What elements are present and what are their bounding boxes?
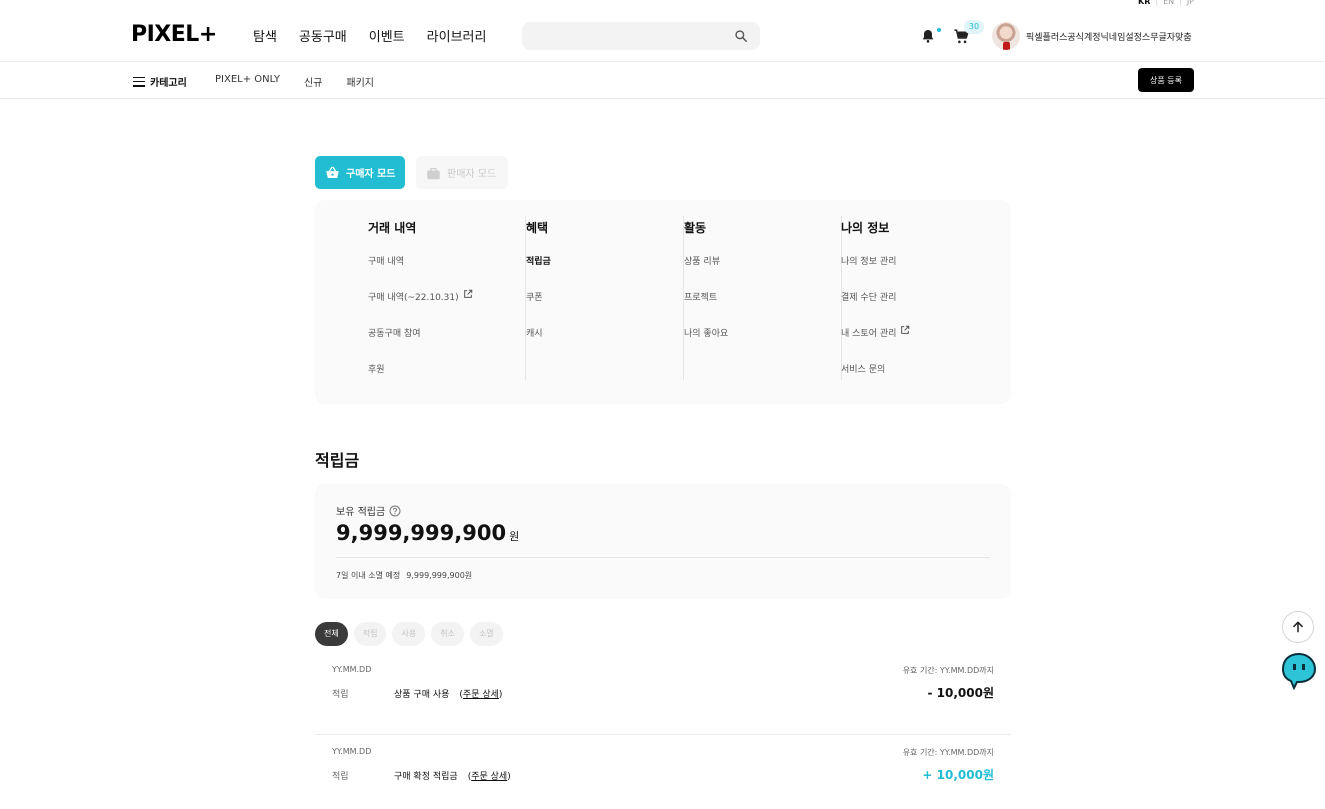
expiring-points: 7일 이내 소멸 예정 9,999,999,900원 bbox=[336, 570, 472, 581]
history-desc-text: 상품 구매 사용 bbox=[394, 690, 450, 700]
balance-amount: 9,999,999,900 원 bbox=[336, 521, 519, 545]
history-row: YY.MM.DD 적립 구매 확정 적립금 (주문 상세) 유효 기간: YY.… bbox=[315, 735, 1011, 809]
register-product-button[interactable]: 상품 등록 bbox=[1138, 68, 1194, 92]
order-detail-link[interactable]: (주문 상세) bbox=[459, 687, 502, 700]
chat-mascot-icon[interactable] bbox=[1281, 652, 1317, 690]
menu-item-my-store[interactable]: 내 스토어 관리 bbox=[841, 325, 910, 362]
menu-title-activity: 활동 bbox=[684, 221, 707, 235]
menu-item-my-info[interactable]: 나의 정보 관리 bbox=[841, 254, 910, 290]
category-label: 카테고리 bbox=[150, 78, 187, 89]
pixelplus-logo[interactable]: PIXEL+ bbox=[131, 23, 217, 47]
menu-item-purchase-history-old[interactable]: 구매 내역(~22.10.31) bbox=[368, 289, 473, 326]
menu-title-benefits: 혜택 bbox=[526, 221, 549, 235]
external-link-icon bbox=[463, 289, 472, 298]
user-nickname[interactable]: 픽셀플러스공식계정닉네임설정스무글자맞춤 bbox=[1026, 30, 1192, 43]
history-description: 상품 구매 사용 (주문 상세) bbox=[394, 687, 502, 700]
history-filter: 전체 적립 사용 취소 소멸 bbox=[315, 622, 503, 646]
menu-item-coupons[interactable]: 쿠폰 bbox=[526, 290, 551, 326]
filter-all[interactable]: 전체 bbox=[315, 622, 348, 646]
subnav-package[interactable]: 패키지 bbox=[346, 74, 374, 89]
arrow-up-icon bbox=[1293, 621, 1303, 633]
balance-label-row: 보유 적립금 bbox=[336, 503, 401, 518]
expiring-amount: 9,999,999,900원 bbox=[406, 571, 473, 580]
menu-item-reviews[interactable]: 상품 리뷰 bbox=[684, 254, 728, 290]
nav-group-buy[interactable]: 공동구매 bbox=[299, 26, 347, 45]
search-icon[interactable] bbox=[734, 29, 748, 43]
seller-mode-label: 판매자 모드 bbox=[447, 169, 497, 180]
menu-item-service-inquiry[interactable]: 서비스 문의 bbox=[841, 362, 910, 398]
expiring-label: 7일 이내 소멸 예정 bbox=[336, 571, 401, 580]
balance-label: 보유 적립금 bbox=[336, 507, 386, 518]
search-input[interactable] bbox=[532, 26, 722, 46]
order-detail-link[interactable]: (주문 상세) bbox=[468, 769, 511, 782]
menu-item-cash[interactable]: 캐시 bbox=[526, 326, 551, 362]
menu-title-transactions: 거래 내역 bbox=[368, 221, 417, 235]
category-menu-button[interactable]: 카테고리 bbox=[133, 74, 187, 89]
menu-col-benefits: 혜택 적립금 쿠폰 캐시 bbox=[516, 216, 684, 380]
menu-col-activity: 활동 상품 리뷰 프로젝트 나의 좋아요 bbox=[684, 216, 842, 380]
scroll-to-top-button[interactable] bbox=[1282, 611, 1314, 643]
menu-item-points[interactable]: 적립금 bbox=[516, 247, 654, 290]
nav-explore[interactable]: 탐색 bbox=[253, 26, 277, 45]
balance-value: 9,999,999,900 bbox=[336, 521, 507, 545]
cart-count-badge: 30 bbox=[964, 20, 984, 34]
search-bar bbox=[522, 22, 760, 50]
menu-item-projects[interactable]: 프로젝트 bbox=[684, 290, 728, 326]
bell-icon[interactable] bbox=[920, 28, 936, 44]
menu-item-purchase-history[interactable]: 구매 내역 bbox=[368, 254, 473, 290]
buyer-mode-button[interactable]: 구매자 모드 bbox=[315, 156, 405, 189]
filter-cancelled[interactable]: 취소 bbox=[431, 622, 464, 646]
logo-text: PIXEL+ bbox=[131, 22, 217, 47]
menu-item-payment-methods[interactable]: 결제 수단 관리 bbox=[841, 290, 910, 326]
history-type: 적립 bbox=[332, 772, 349, 782]
menu-item-likes[interactable]: 나의 좋아요 bbox=[684, 326, 728, 362]
history-valid-period: 유효 기간: YY.MM.DD까지 bbox=[902, 748, 994, 757]
help-icon[interactable] bbox=[389, 505, 401, 517]
hamburger-icon bbox=[133, 76, 145, 87]
history-description: 구매 확정 적립금 (주문 상세) bbox=[394, 769, 511, 782]
external-link-icon bbox=[901, 325, 910, 334]
history-amount: - 10,000원 bbox=[927, 686, 994, 700]
history-desc-text: 구매 확정 적립금 bbox=[394, 772, 458, 782]
filter-earned[interactable]: 적립 bbox=[353, 622, 387, 646]
filter-used[interactable]: 사용 bbox=[392, 622, 426, 646]
history-date: YY.MM.DD bbox=[332, 665, 372, 674]
history-type: 적립 bbox=[332, 690, 349, 700]
menu-item-group-buy[interactable]: 공동구매 참여 bbox=[368, 326, 473, 362]
page-title: 적립금 bbox=[315, 451, 360, 470]
subnav-new[interactable]: 신규 bbox=[304, 74, 322, 89]
sub-nav-links: PIXEL+ ONLY 신규 패키지 bbox=[215, 74, 374, 89]
main-nav: 탐색 공동구매 이벤트 라이브러리 bbox=[253, 26, 486, 45]
nav-event[interactable]: 이벤트 bbox=[369, 26, 405, 45]
nav-library[interactable]: 라이브러리 bbox=[427, 26, 487, 45]
notification-dot bbox=[937, 28, 941, 32]
menu-item-sponsorship[interactable]: 후원 bbox=[368, 362, 473, 398]
basket-icon bbox=[326, 166, 339, 178]
seller-mode-button[interactable]: 판매자 모드 bbox=[416, 156, 508, 189]
bag-icon bbox=[427, 167, 440, 179]
filter-expired[interactable]: 소멸 bbox=[469, 622, 503, 646]
subnav-pixelplus-only[interactable]: PIXEL+ ONLY bbox=[215, 74, 280, 89]
history-date: YY.MM.DD bbox=[332, 747, 372, 756]
history-valid-period: 유효 기간: YY.MM.DD까지 bbox=[902, 666, 994, 675]
global-header: PIXEL+ 탐색 공동구매 이벤트 라이브러리 30 픽셀플러스공식계정닉네임… bbox=[0, 0, 1325, 62]
mypage-menu-panel: 거래 내역 구매 내역 구매 내역(~22.10.31) 공동구매 참여 후원 … bbox=[315, 200, 1011, 404]
avatar[interactable] bbox=[992, 22, 1020, 50]
sub-nav: 카테고리 PIXEL+ ONLY 신규 패키지 상품 등록 bbox=[0, 62, 1325, 99]
menu-col-my-info: 나의 정보 나의 정보 관리 결제 수단 관리 내 스토어 관리 서비스 문의 bbox=[841, 216, 999, 380]
divider bbox=[336, 557, 990, 558]
points-balance-card: 보유 적립금 9,999,999,900 원 7일 이내 소멸 예정 9,999… bbox=[315, 484, 1011, 599]
menu-title-my-info: 나의 정보 bbox=[841, 221, 890, 235]
balance-unit: 원 bbox=[509, 530, 520, 543]
history-row: YY.MM.DD 적립 상품 구매 사용 (주문 상세) 유효 기간: YY.M… bbox=[315, 653, 1011, 735]
buyer-mode-label: 구매자 모드 bbox=[346, 169, 396, 180]
history-amount: + 10,000원 bbox=[922, 768, 994, 782]
menu-col-transactions: 거래 내역 구매 내역 구매 내역(~22.10.31) 공동구매 참여 후원 bbox=[368, 216, 526, 380]
